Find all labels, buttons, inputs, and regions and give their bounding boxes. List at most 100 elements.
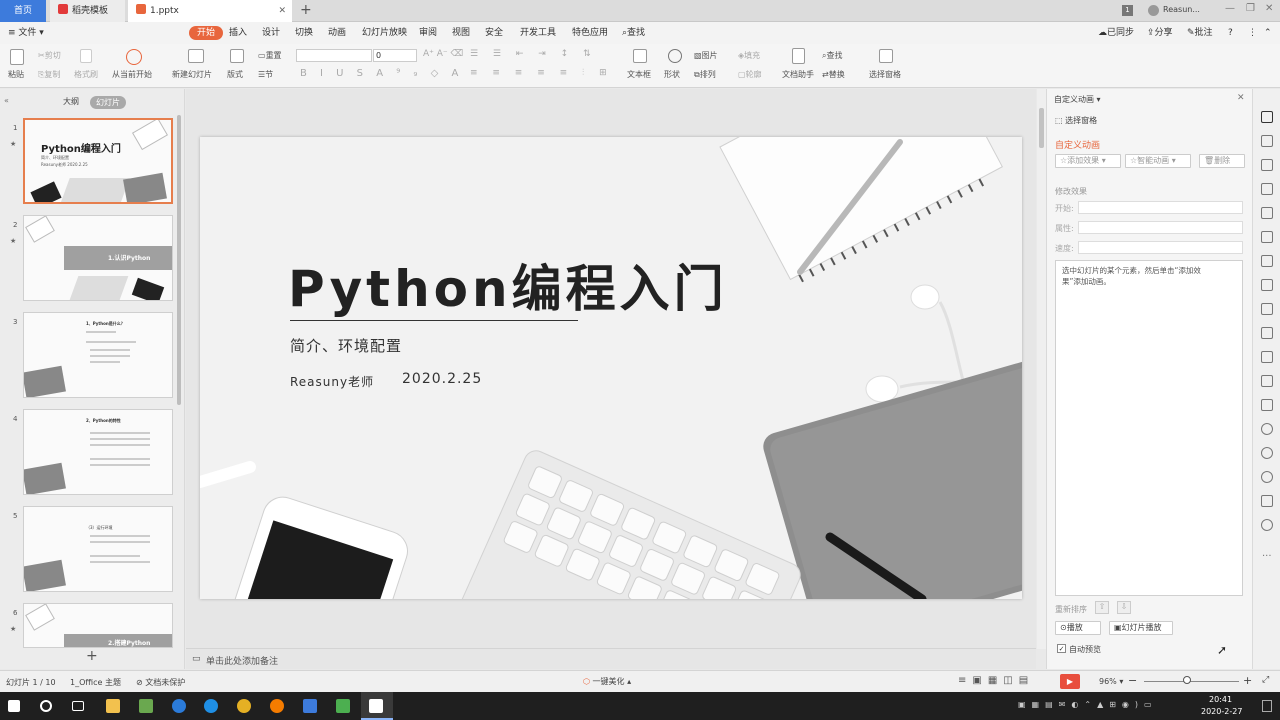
store-icon[interactable] <box>139 699 153 713</box>
font-size-field[interactable]: 0 <box>373 49 417 62</box>
slide-thumbnail-1[interactable]: Python编程入门 简介、环境配置 Reasuny老师 2020.2.25 <box>23 118 173 204</box>
collapse-pane-icon[interactable]: « <box>4 96 9 105</box>
menu-security[interactable]: 安全 <box>485 26 503 40</box>
tab-outline[interactable]: 大纲 <box>63 96 79 107</box>
copy-pane-icon[interactable] <box>1261 159 1273 171</box>
cortana-icon[interactable] <box>40 700 52 712</box>
close-window-icon[interactable]: ✕ <box>1265 3 1273 14</box>
slide-thumbnail-2[interactable]: 1.认识Python <box>23 215 173 301</box>
share-pane-icon[interactable] <box>1261 327 1273 339</box>
table-icon[interactable] <box>1261 207 1273 219</box>
wps-presentation-icon[interactable] <box>369 699 383 713</box>
replace-button[interactable]: ⇄替换 <box>822 69 845 80</box>
system-tray-icons[interactable]: ▣▦▤✉◐⌃▲⊞◉)▭ <box>1018 700 1158 709</box>
font-size-adjust-icons[interactable]: A⁺ A⁻ ⌫ <box>423 49 463 59</box>
fill-button[interactable]: ◈填充 <box>738 50 760 61</box>
font-name-field[interactable] <box>296 49 372 62</box>
sliders-icon[interactable] <box>1261 279 1273 291</box>
find-button[interactable]: ⌕查找 <box>822 50 842 61</box>
chart-icon[interactable] <box>1261 255 1273 267</box>
paste-button[interactable]: 粘贴 <box>8 69 24 80</box>
zoom-slider[interactable] <box>1144 681 1239 682</box>
format-painter-button[interactable]: 格式刷 <box>74 69 98 80</box>
doc-protect-status[interactable]: ⊘ 文档未保护 <box>136 677 185 688</box>
windows-start-icon[interactable] <box>8 700 20 712</box>
autopreview-checkbox[interactable]: ✓ <box>1057 644 1066 653</box>
menu-features[interactable]: 特色应用 <box>572 26 608 40</box>
pycharm-icon[interactable] <box>336 699 350 713</box>
slideshow-button[interactable]: ▣幻灯片播放 <box>1109 621 1173 635</box>
slide-subtitle[interactable]: 简介、环境配置 <box>290 335 402 356</box>
image-icon[interactable] <box>1261 375 1273 387</box>
alignment-icons[interactable]: ≡ ≡ ≡ ≡ ≡ ⫶ ⊞ <box>470 68 613 78</box>
smart-animation-button[interactable]: ☆智能动画 ▾ <box>1125 154 1191 168</box>
reset-button[interactable]: ▭重置 <box>258 50 282 61</box>
wps-writer-icon[interactable] <box>303 699 317 713</box>
clipboard-icon[interactable] <box>1261 303 1273 315</box>
audio-icon[interactable] <box>1261 399 1273 411</box>
pane-header[interactable]: 自定义动画 ▾ <box>1054 94 1101 105</box>
menu-developer[interactable]: 开发工具 <box>520 26 556 40</box>
template-icon[interactable] <box>1261 351 1273 363</box>
history-icon[interactable] <box>1261 447 1273 459</box>
menu-file[interactable]: ≡ 文件 ▾ <box>8 26 44 40</box>
menu-animation[interactable]: 动画 <box>328 26 346 40</box>
slide-date[interactable]: 2020.2.25 <box>402 371 482 387</box>
grid-icon[interactable] <box>1261 231 1273 243</box>
zoom-in-icon[interactable]: + <box>1243 674 1252 687</box>
window-count-icon[interactable]: 1 <box>1122 5 1133 16</box>
animation-list[interactable]: 选中幻灯片的某个元素，然后单击“添加效果”添加动画。 <box>1055 260 1243 596</box>
cut-button[interactable]: ✂剪切 <box>38 50 61 61</box>
new-slide-icon[interactable] <box>188 49 204 63</box>
editor-scroll-thumb[interactable] <box>1039 108 1044 148</box>
minimize-icon[interactable]: — <box>1225 3 1235 14</box>
textbox-icon[interactable] <box>633 49 647 63</box>
doc-assistant-button[interactable]: 文档助手 <box>782 69 814 80</box>
paragraph-list-icons[interactable]: ☰ ☰ ⇤ ⇥ ↕ ⇅ <box>470 49 597 59</box>
slide-thumbnail-5[interactable]: （3）运行环境 <box>23 506 173 592</box>
comment-button[interactable]: ✎批注 <box>1187 26 1213 40</box>
file-explorer-icon[interactable] <box>106 699 120 713</box>
close-pane-icon[interactable]: ✕ <box>1237 93 1245 103</box>
start-select[interactable] <box>1078 201 1243 214</box>
beautify-button[interactable]: ⬡ 一键美化 ▴ <box>583 676 631 687</box>
collapse-ribbon-icon[interactable]: ⌃ <box>1264 26 1272 40</box>
property-select[interactable] <box>1078 221 1243 234</box>
editor-scrollbar[interactable] <box>1037 89 1046 649</box>
menu-review[interactable]: 审阅 <box>419 26 437 40</box>
ie-icon[interactable] <box>172 699 186 713</box>
edge-icon[interactable] <box>204 699 218 713</box>
menu-slideshow[interactable]: 幻灯片放映 <box>362 26 407 40</box>
tab-home[interactable]: 首页 <box>0 0 46 22</box>
new-tab-icon[interactable]: + <box>300 2 312 18</box>
location-icon[interactable] <box>1261 519 1273 531</box>
menu-search[interactable]: ⌕查找 <box>622 26 645 40</box>
paste-icon[interactable] <box>10 49 24 65</box>
zoom-dropdown[interactable]: 96% ▾ <box>1099 677 1123 686</box>
menu-transition[interactable]: 切换 <box>295 26 313 40</box>
help-icon[interactable]: ? <box>1228 26 1233 40</box>
browser-icon[interactable] <box>270 699 284 713</box>
outline-button[interactable]: ▢轮廓 <box>738 69 762 80</box>
menu-design[interactable]: 设计 <box>262 26 280 40</box>
arrange-button[interactable]: ⧉排列 <box>694 69 716 80</box>
slide-thumbnail-6[interactable]: 2.搭建Python <box>23 603 173 648</box>
shape-pane-icon[interactable] <box>1261 135 1273 147</box>
notification-icon[interactable] <box>1262 700 1272 712</box>
add-effect-button[interactable]: ☆添加效果 ▾ <box>1055 154 1121 168</box>
more-pane-icon[interactable]: ··· <box>1262 551 1272 562</box>
slide-author[interactable]: Reasuny老师 <box>290 373 374 390</box>
restore-icon[interactable]: ❐ <box>1246 3 1255 14</box>
more-icon[interactable]: ⋮ <box>1248 26 1257 40</box>
design-pane-icon[interactable] <box>1261 183 1273 195</box>
layout-button[interactable]: 版式 <box>227 69 243 80</box>
font-style-icons[interactable]: B I U S A ⁹ ₉ ◇ A <box>300 68 463 79</box>
view-mode-icons[interactable]: ≡▣▦◫▤ <box>958 675 1034 686</box>
move-down-icon[interactable]: ⇩ <box>1117 601 1131 614</box>
comment-pane-icon[interactable] <box>1261 495 1273 507</box>
zoom-out-icon[interactable]: − <box>1128 674 1137 687</box>
section-button[interactable]: ☰节 <box>258 69 273 80</box>
zoom-slider-thumb[interactable] <box>1183 676 1191 684</box>
thumbnail-scrollbar[interactable] <box>177 115 181 405</box>
delete-effect-button[interactable]: 🗑删除 <box>1199 154 1245 168</box>
